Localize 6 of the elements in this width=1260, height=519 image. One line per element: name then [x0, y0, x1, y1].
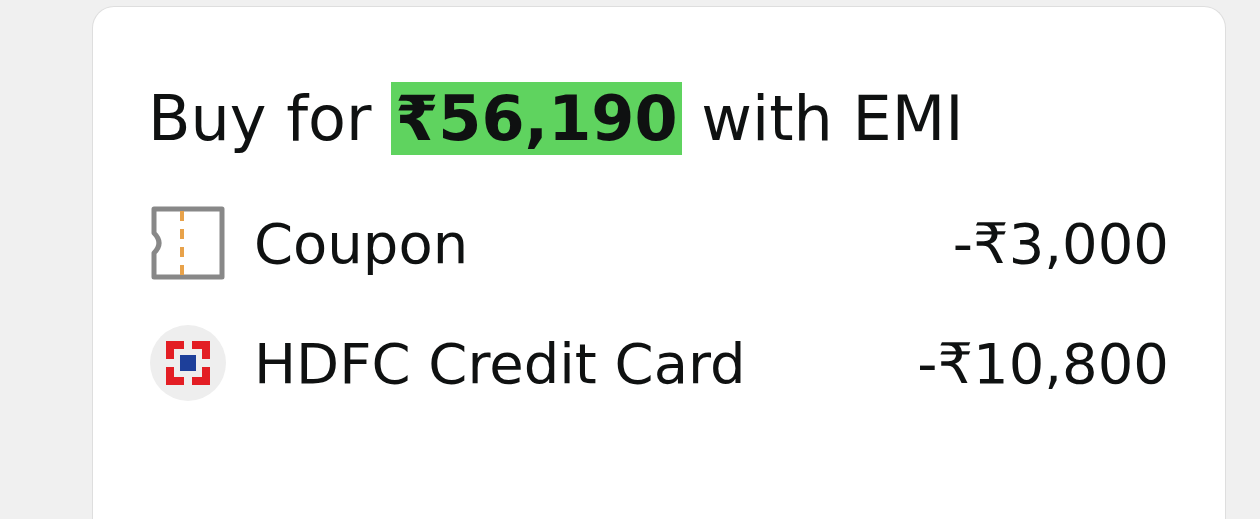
discount-amount: -₹3,000	[952, 210, 1169, 276]
discount-amount: -₹10,800	[917, 330, 1169, 396]
bank-logo-icon	[148, 323, 228, 403]
emi-offer-title: Buy for ₹56,190 with EMI	[148, 81, 965, 157]
discount-label: Coupon	[254, 210, 470, 276]
discount-label: HDFC Credit Card	[254, 330, 747, 396]
